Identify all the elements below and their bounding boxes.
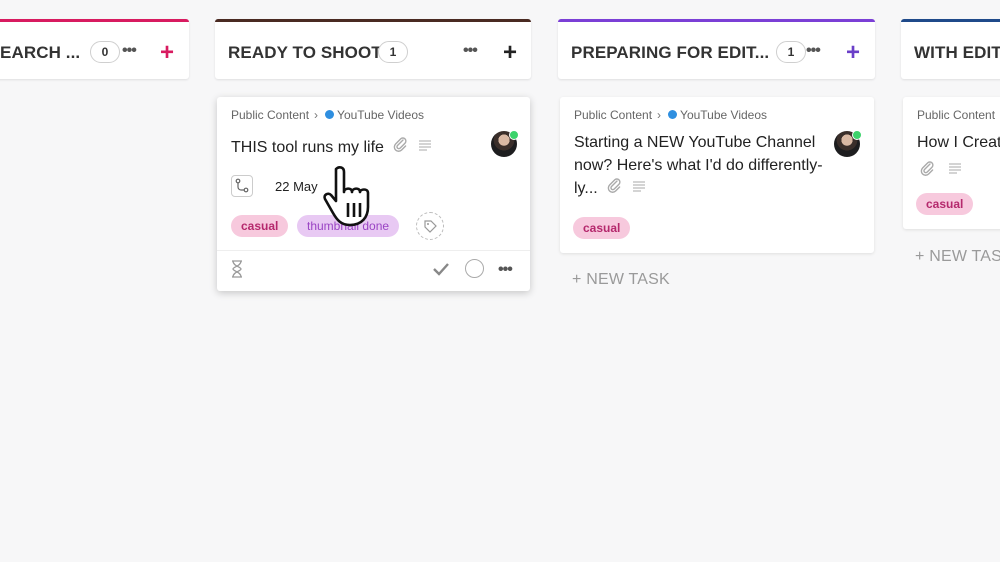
paperclip-icon[interactable] <box>919 160 935 181</box>
task-card[interactable]: Public Content › YouTube Videos Starting a… <box>560 97 874 253</box>
task-title-line-last[interactable]: ly... <box>574 177 839 200</box>
text-lines-icon[interactable] <box>417 136 433 159</box>
online-status-icon <box>852 130 862 140</box>
assignee-avatar[interactable] <box>834 130 862 157</box>
tag-icon[interactable] <box>416 212 444 240</box>
chevron-right-icon: › <box>314 108 319 122</box>
column-header-ready-to-shoot: READY TO SHOOT 1 ••• + <box>215 19 531 79</box>
card-footer-divider <box>217 250 530 251</box>
column-header-research: EARCH ... 0 ••• + <box>0 19 189 79</box>
task-title[interactable]: How I Creat <box>917 131 1000 154</box>
breadcrumb[interactable]: Public Content <box>917 108 995 122</box>
assignee-avatar[interactable] <box>491 130 519 157</box>
task-title-line[interactable]: Starting a NEW YouTube Channel <box>574 131 839 154</box>
card-more-icon[interactable]: ••• <box>498 262 513 278</box>
hourglass-icon[interactable] <box>229 259 245 284</box>
paperclip-icon[interactable] <box>606 177 622 200</box>
paperclip-icon[interactable] <box>392 136 408 159</box>
text-lines-icon[interactable] <box>631 177 647 200</box>
new-task-button[interactable]: + NEW TAS <box>915 248 1000 266</box>
task-title-line[interactable]: ly... <box>574 180 598 197</box>
breadcrumb[interactable]: Public Content › YouTube Videos <box>231 108 424 122</box>
task-count-badge: 1 <box>378 41 408 63</box>
task-count-badge: 0 <box>90 41 120 63</box>
breadcrumb-parent[interactable]: Public Content <box>917 108 995 122</box>
breadcrumb-parent[interactable]: Public Content <box>231 108 309 122</box>
add-task-plus-icon[interactable]: + <box>846 40 860 66</box>
circle-icon[interactable] <box>465 259 484 278</box>
task-title[interactable]: THIS tool runs my life <box>231 139 384 156</box>
tag-casual[interactable]: casual <box>573 217 631 239</box>
checkmark-icon[interactable] <box>431 260 451 283</box>
task-card[interactable]: Public Content How I Creat casual <box>903 97 1000 229</box>
breadcrumb-child[interactable]: YouTube Videos <box>680 108 767 122</box>
add-task-plus-icon[interactable]: + <box>503 40 517 66</box>
column-title: EARCH ... <box>0 43 81 62</box>
breadcrumb-child[interactable]: YouTube Videos <box>337 108 424 122</box>
list-color-dot-icon <box>325 110 335 119</box>
tag-casual[interactable]: casual <box>916 193 974 215</box>
column-more-icon[interactable]: ••• <box>122 43 137 59</box>
add-task-plus-icon[interactable]: + <box>160 40 174 66</box>
column-header-with-editor: WITH EDITO <box>901 19 1000 79</box>
due-date[interactable]: 22 May <box>275 179 318 194</box>
column-title: READY TO SHOOT <box>228 43 382 62</box>
breadcrumb[interactable]: Public Content › YouTube Videos <box>574 108 767 122</box>
list-color-dot-icon <box>668 110 678 119</box>
subtask-branch-icon[interactable] <box>231 175 253 197</box>
task-title-row[interactable]: THIS tool runs my life <box>231 136 433 159</box>
task-title-line[interactable]: now? Here's what I'd do differently- <box>574 154 839 177</box>
column-header-preparing-for-edit: PREPARING FOR EDIT... 1 ••• + <box>558 19 875 79</box>
column-title: WITH EDITO <box>914 43 1000 62</box>
breadcrumb-parent[interactable]: Public Content <box>574 108 652 122</box>
hand-pointer-icon <box>322 165 378 234</box>
column-more-icon[interactable]: ••• <box>463 43 478 59</box>
task-title[interactable]: Starting a NEW YouTube Channel now? Here… <box>574 131 839 200</box>
online-status-icon <box>509 130 519 140</box>
text-lines-icon[interactable] <box>947 161 963 180</box>
column-more-icon[interactable]: ••• <box>806 43 821 59</box>
tag-casual[interactable]: casual <box>231 215 289 237</box>
chevron-right-icon: › <box>657 108 662 122</box>
new-task-button[interactable]: + NEW TASK <box>572 271 670 289</box>
column-title: PREPARING FOR EDIT... <box>571 43 770 62</box>
task-count-badge: 1 <box>776 41 806 63</box>
